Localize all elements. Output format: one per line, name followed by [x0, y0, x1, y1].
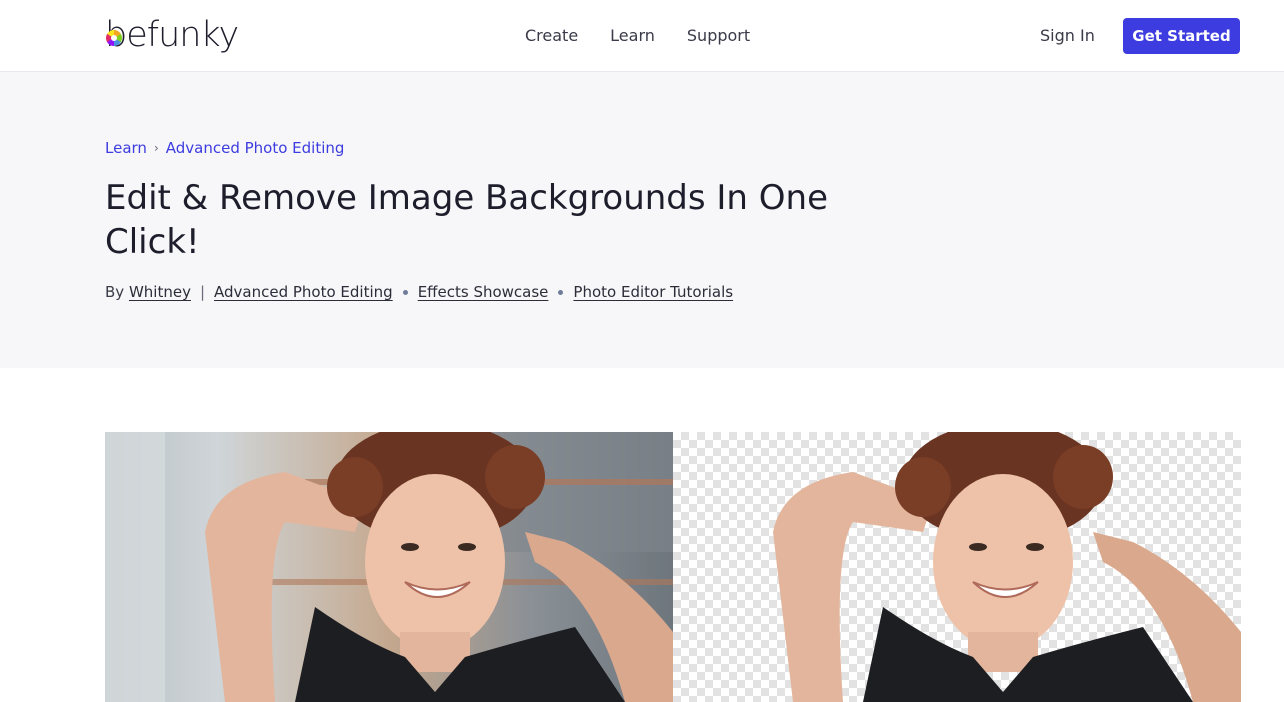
logo-color-wheel-icon: [106, 30, 122, 46]
site-header: befunky Create Learn Support Sign In Get…: [0, 0, 1284, 72]
byline-prefix: By: [105, 283, 125, 301]
nav-learn[interactable]: Learn: [610, 26, 655, 46]
nav-support[interactable]: Support: [687, 26, 750, 46]
breadcrumb: Learn › Advanced Photo Editing: [105, 138, 344, 158]
befunky-logo[interactable]: befunky: [105, 15, 239, 55]
breadcrumb-advanced-photo-editing[interactable]: Advanced Photo Editing: [166, 138, 345, 158]
bullet-dot-icon: [402, 289, 408, 295]
main-nav: Create Learn Support: [525, 26, 782, 46]
category-link-photo-editor-tutorials[interactable]: Photo Editor Tutorials: [573, 282, 733, 302]
nav-create[interactable]: Create: [525, 26, 578, 46]
category-link-effects-showcase[interactable]: Effects Showcase: [418, 282, 549, 302]
get-started-button[interactable]: Get Started: [1123, 18, 1240, 54]
author-link[interactable]: Whitney: [129, 282, 191, 302]
woman-cutout-icon: [773, 432, 1241, 702]
bullet-dot-icon: [558, 289, 564, 295]
article-byline: By Whitney | Advanced Photo Editing Effe…: [105, 282, 733, 302]
background-removed-photo: [673, 432, 1241, 702]
original-photo: [105, 432, 673, 702]
woman-photo-icon: [105, 432, 673, 702]
sign-in-link[interactable]: Sign In: [1040, 26, 1095, 46]
article-hero: Learn › Advanced Photo Editing Edit & Re…: [0, 72, 1284, 368]
byline-divider: |: [199, 283, 206, 301]
logo-wordmark: befunky: [105, 15, 239, 55]
breadcrumb-learn[interactable]: Learn: [105, 138, 147, 158]
page-title: Edit & Remove Image Backgrounds In One C…: [105, 178, 829, 262]
category-link-advanced-photo-editing[interactable]: Advanced Photo Editing: [214, 282, 393, 302]
chevron-right-icon: ›: [153, 141, 159, 155]
